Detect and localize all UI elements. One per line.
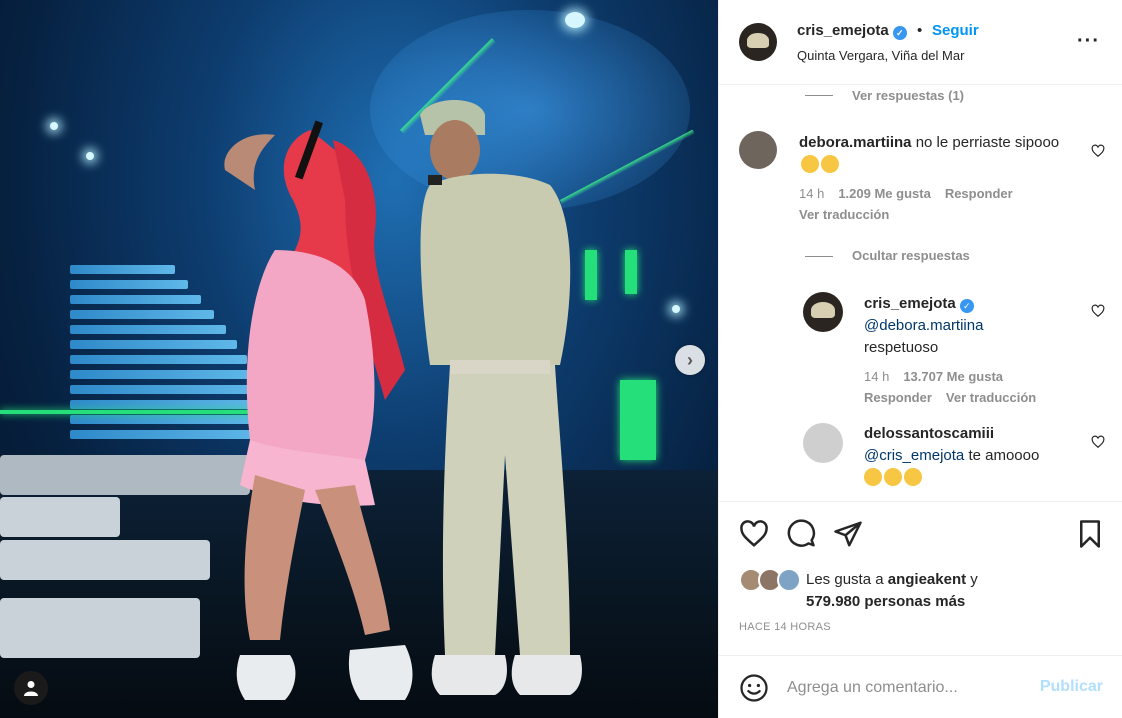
comment-body: debora.martiina no le perriaste sipooo [799,132,1079,176]
hide-replies-button[interactable]: Ocultar respuestas [852,248,970,263]
stage-dot [86,152,94,160]
post-header: cris_emejota ✓ • Seguir Quinta Vergara, V… [719,0,1122,85]
reply-mention[interactable]: @cris_emejota [864,447,964,464]
follow-button[interactable]: Seguir [932,22,979,39]
comment-likes[interactable]: 1.209 Me gusta [838,186,931,201]
view-replies-line [805,95,833,96]
likes-first-user[interactable]: angieakent [888,571,966,588]
reply-text: respetuoso [864,339,939,356]
user-tag-glyph [24,681,38,696]
author-username[interactable]: cris_emejota ✓ [797,22,907,40]
liker-avatar [777,568,801,592]
stage-dot [565,12,585,28]
heart-eyes-emoji [904,468,922,486]
green-led [620,380,656,460]
stage-platform [0,455,250,495]
reply-username[interactable]: cris_emejota [864,295,956,312]
reply-body: delossantoscamiii @cris_emejota te amooo… [864,423,1084,489]
comment-input[interactable] [787,675,1027,701]
commenter-avatar[interactable] [739,131,777,169]
reply-likes[interactable]: 13.707 Me gusta [903,369,1003,384]
heart-eyes-emoji [864,468,882,486]
stage-dot [50,122,58,130]
pensive-face-emoji [821,155,839,173]
post-timestamp[interactable]: HACE 14 HORAS [739,621,831,633]
hide-replies-line [805,256,833,257]
comments-list[interactable]: Ver respuestas (1) debora.martiina no le… [719,86,1122,501]
author-avatar[interactable] [739,23,777,61]
reply-button[interactable]: Responder [864,390,932,405]
share-icon[interactable] [833,519,863,549]
green-led [625,250,637,294]
comment-composer: Publicar [719,657,1122,718]
author-username-text[interactable]: cris_emejota [797,22,889,39]
comment-like-heart-icon[interactable] [1091,144,1105,158]
post-image[interactable]: › [0,0,718,718]
performer-pink-dress [224,120,413,700]
next-arrow-icon[interactable]: › [675,345,705,375]
location-link[interactable]: Quinta Vergara, Viña del Mar [797,48,964,63]
bookmark-icon[interactable] [1075,519,1105,549]
translate-button[interactable]: Ver traducción [799,207,889,222]
user-tag-icon[interactable] [14,671,48,705]
reply-meta: 14 h 13.707 Me gusta [864,369,1017,384]
liker-avatars[interactable] [739,568,803,594]
verified-badge-icon: ✓ [959,299,974,313]
reply-mention[interactable]: @debora.martiina [864,317,983,334]
reply-body: cris_emejota ✓ @debora.martiina respetuos… [864,293,1084,359]
reply-actions: Responder Ver traducción [864,390,1050,405]
smile-icon[interactable] [739,673,769,703]
stage-platform [0,540,210,580]
reply-avatar[interactable] [803,423,843,463]
reply-username[interactable]: delossantoscamiii [864,425,994,442]
reply-button[interactable]: Responder [945,186,1013,201]
verified-badge-icon: ✓ [892,26,907,40]
tired-face-emoji [801,155,819,173]
comment-time: 14 h [799,186,825,201]
comment-username[interactable]: debora.martiina [799,134,912,151]
reply-time: 14 h [864,369,890,384]
post-details-panel: cris_emejota ✓ • Seguir Quinta Vergara, V… [718,0,1122,718]
likes-prefix: Les gusta a [806,571,884,588]
stage-platform [0,598,200,658]
heart-icon[interactable] [739,519,769,549]
performer-denim [420,100,582,695]
likes-others[interactable]: 579.980 personas más [806,593,965,610]
translate-button[interactable]: Ver traducción [946,390,1036,405]
comment-icon[interactable] [786,519,816,549]
reply-avatar[interactable] [803,292,843,332]
reply-like-heart-icon[interactable] [1091,435,1105,449]
likes-summary[interactable]: Les gusta a angieakent y 579.980 persona… [806,569,978,613]
comment-text: no le perriaste sipooo [915,134,1060,151]
reply-like-heart-icon[interactable] [1091,304,1105,318]
likes-connector: y [970,571,978,588]
post-actions: Les gusta a angieakent y 579.980 persona… [719,501,1122,656]
heart-eyes-emoji [884,468,902,486]
comment-meta: 14 h 1.209 Me gusta Responder [799,186,1027,201]
view-replies-button[interactable]: Ver respuestas (1) [852,88,964,103]
publish-button[interactable]: Publicar [1040,678,1103,696]
reply-text: te amoooo [968,447,1040,464]
stage-dot [672,305,680,313]
stage-platform [0,497,120,537]
separator-bullet: • [917,22,923,39]
more-icon[interactable]: ··· [1077,30,1100,53]
